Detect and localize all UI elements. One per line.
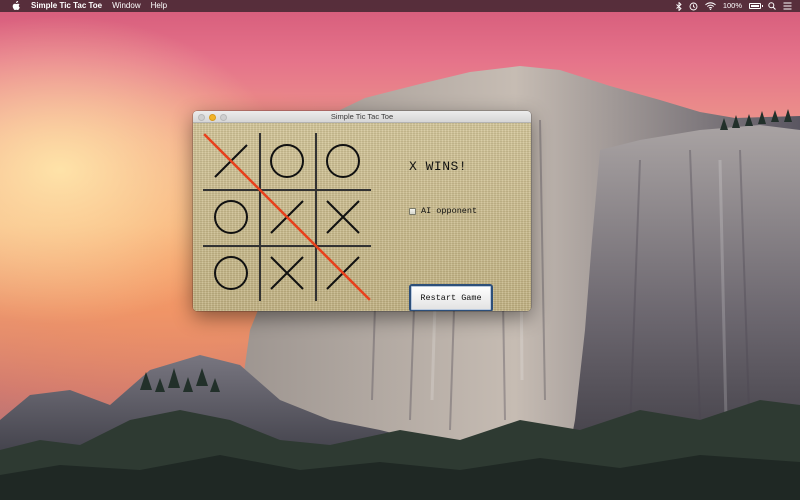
game-status-text: X WINS!	[409, 159, 468, 174]
menu-app-name[interactable]: Simple Tic Tac Toe	[31, 0, 102, 12]
ai-opponent-label[interactable]: AI opponent	[421, 206, 477, 216]
notification-center-icon[interactable]	[783, 2, 792, 10]
menu-bar: Simple Tic Tac Toe Window Help 100%	[0, 0, 800, 12]
window-titlebar[interactable]: Simple Tic Tac Toe	[193, 111, 531, 123]
battery-level-fill	[751, 5, 759, 7]
zoom-button[interactable]	[220, 114, 227, 121]
board-cell-2[interactable]	[315, 133, 371, 189]
menu-window[interactable]: Window	[112, 0, 140, 12]
board-cell-8[interactable]	[315, 245, 371, 301]
o-mark	[214, 256, 248, 290]
board-cell-0[interactable]	[203, 133, 259, 189]
o-mark	[214, 200, 248, 234]
board-cell-3[interactable]	[203, 189, 259, 245]
x-mark	[270, 200, 304, 234]
board-cell-4[interactable]	[259, 189, 315, 245]
window-title: Simple Tic Tac Toe	[330, 112, 394, 121]
close-button[interactable]	[198, 114, 205, 121]
battery-icon[interactable]	[749, 3, 763, 9]
x-mark	[326, 256, 360, 290]
wifi-icon[interactable]	[705, 2, 716, 10]
menu-bar-status: 100%	[676, 0, 792, 12]
ai-opponent-option[interactable]: AI opponent	[409, 206, 477, 216]
time-machine-icon[interactable]	[689, 2, 698, 11]
o-mark	[326, 144, 360, 178]
window-content: X WINS! AI opponent Restart Game	[193, 123, 531, 311]
minimize-button[interactable]	[209, 114, 216, 121]
board-cell-6[interactable]	[203, 245, 259, 301]
restart-game-button[interactable]: Restart Game	[409, 284, 493, 311]
apple-icon[interactable]	[11, 0, 21, 11]
game-window: Simple Tic Tac Toe X WINS! AI opponent R…	[193, 111, 531, 311]
ai-opponent-checkbox[interactable]	[409, 207, 416, 215]
battery-percent: 100%	[722, 1, 742, 10]
board-cell-7[interactable]	[259, 245, 315, 301]
x-mark	[214, 144, 248, 178]
board-cell-1[interactable]	[259, 133, 315, 189]
game-board	[203, 133, 371, 301]
x-mark	[270, 256, 304, 290]
bluetooth-icon[interactable]	[676, 1, 682, 11]
board-cell-5[interactable]	[315, 189, 371, 245]
x-mark	[326, 200, 360, 234]
menu-help[interactable]: Help	[151, 0, 167, 12]
search-icon[interactable]	[768, 2, 776, 10]
o-mark	[270, 144, 304, 178]
